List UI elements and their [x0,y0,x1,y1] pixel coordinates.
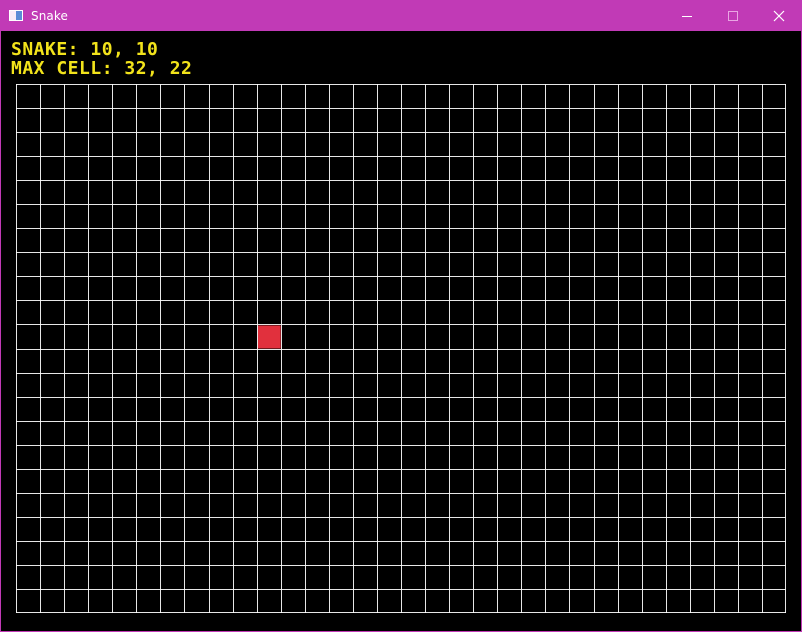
maximize-button[interactable] [710,0,756,31]
game-board[interactable] [16,84,786,613]
game-grid [16,84,786,613]
minimize-button[interactable] [664,0,710,31]
window-controls [664,0,802,31]
window-title: Snake [31,8,68,23]
game-window: Snake SNAKE: 10, 10 MAX CELL: 32, 22 [0,0,802,632]
snake-position-text: SNAKE: 10, 10 [11,39,159,60]
maximize-icon [728,10,738,21]
close-button[interactable] [756,0,802,31]
max-cell-text: MAX CELL: 32, 22 [11,58,193,79]
snake-head [257,325,281,349]
app-window-icon [9,10,23,21]
title-bar[interactable]: Snake [0,0,802,31]
close-icon [773,10,785,21]
minimize-icon [682,15,692,17]
hud: SNAKE: 10, 10 MAX CELL: 32, 22 [11,40,192,78]
